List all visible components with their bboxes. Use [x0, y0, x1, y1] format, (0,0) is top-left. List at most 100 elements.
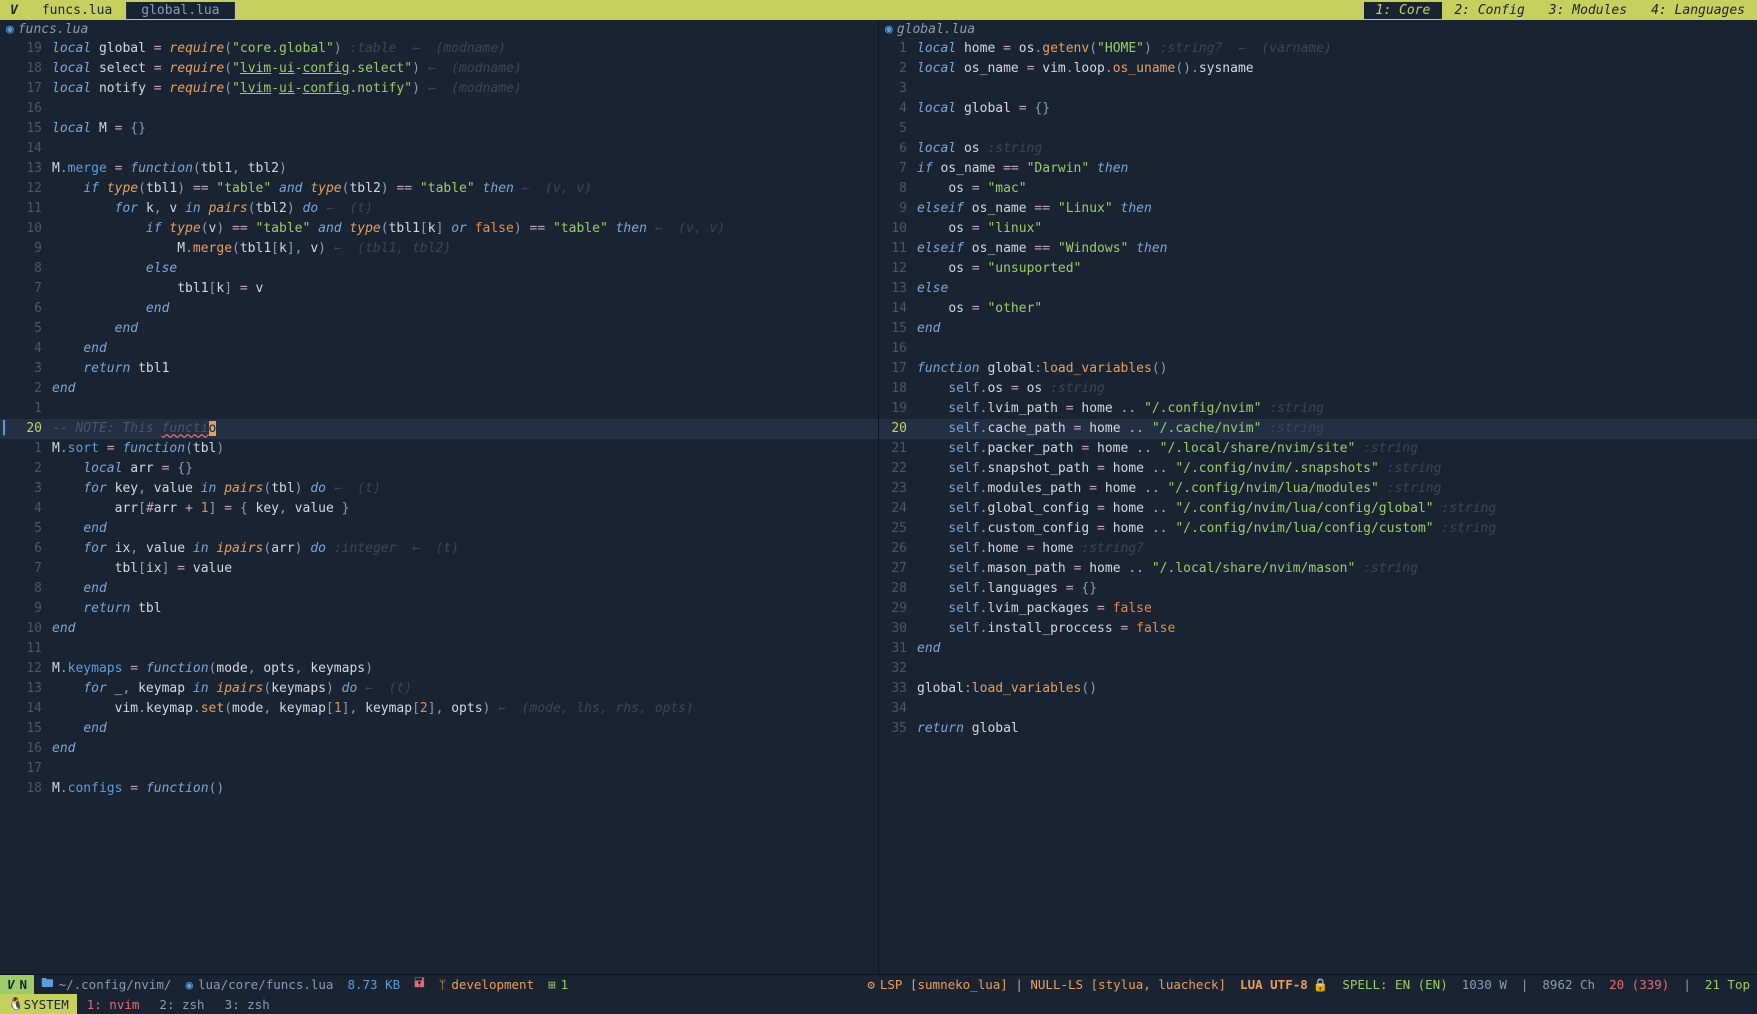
- code-text[interactable]: end: [52, 379, 878, 399]
- code-line[interactable]: 9 return tbl: [0, 599, 878, 619]
- code-line[interactable]: 22 self.snapshot_path = home .. "/.confi…: [879, 459, 1757, 479]
- code-text[interactable]: os = "unsuported": [917, 259, 1757, 279]
- code-text[interactable]: self.cache_path = home .. "/.cache/nvim"…: [917, 419, 1757, 439]
- code-line[interactable]: 29 self.lvim_packages = false: [879, 599, 1757, 619]
- code-text[interactable]: end: [52, 579, 878, 599]
- code-line[interactable]: 14 os = "other": [879, 299, 1757, 319]
- code-area-left[interactable]: 19local global = require("core.global") …: [0, 39, 878, 974]
- code-text[interactable]: local global = require("core.global") :t…: [52, 39, 878, 59]
- code-text[interactable]: end: [52, 299, 878, 319]
- code-text[interactable]: M.merge = function(tbl1, tbl2): [52, 159, 878, 179]
- code-line[interactable]: 6local os :string: [879, 139, 1757, 159]
- code-text[interactable]: [52, 759, 878, 779]
- code-line[interactable]: 11 for k, v in pairs(tbl2) do ← (t): [0, 199, 878, 219]
- code-line[interactable]: 1: [0, 399, 878, 419]
- code-line[interactable]: 14 vim.keymap.set(mode, keymap[1], keyma…: [0, 699, 878, 719]
- code-text[interactable]: [917, 659, 1757, 679]
- code-text[interactable]: self.snapshot_path = home .. "/.config/n…: [917, 459, 1757, 479]
- code-text[interactable]: [917, 119, 1757, 139]
- code-text[interactable]: self.install_proccess = false: [917, 619, 1757, 639]
- editor-pane-right[interactable]: ◉global.lua 1local home = os.getenv("HOM…: [879, 20, 1757, 974]
- code-line[interactable]: 3 return tbl1: [0, 359, 878, 379]
- code-line[interactable]: 18M.configs = function(): [0, 779, 878, 799]
- code-line[interactable]: 14: [0, 139, 878, 159]
- code-line[interactable]: 4 arr[#arr + 1] = { key, value }: [0, 499, 878, 519]
- code-line[interactable]: 19local global = require("core.global") …: [0, 39, 878, 59]
- code-line[interactable]: 2 local arr = {}: [0, 459, 878, 479]
- code-line[interactable]: 12 os = "unsuported": [879, 259, 1757, 279]
- code-line[interactable]: 2local os_name = vim.loop.os_uname().sys…: [879, 59, 1757, 79]
- code-text[interactable]: local arr = {}: [52, 459, 878, 479]
- code-line[interactable]: 25 self.custom_config = home .. "/.confi…: [879, 519, 1757, 539]
- code-text[interactable]: else: [917, 279, 1757, 299]
- code-text[interactable]: for _, keymap in ipairs(keymaps) do ← (t…: [52, 679, 878, 699]
- code-line[interactable]: 35return global: [879, 719, 1757, 739]
- code-line[interactable]: 1M.sort = function(tbl): [0, 439, 878, 459]
- code-text[interactable]: return tbl1: [52, 359, 878, 379]
- code-line[interactable]: 17local notify = require("lvim-ui-config…: [0, 79, 878, 99]
- code-area-right[interactable]: 1local home = os.getenv("HOME") :string?…: [879, 39, 1757, 974]
- code-line[interactable]: 17: [0, 759, 878, 779]
- code-line[interactable]: 33global:load_variables(): [879, 679, 1757, 699]
- code-line[interactable]: 16end: [0, 739, 878, 759]
- code-text[interactable]: if type(tbl1) == "table" and type(tbl2) …: [52, 179, 878, 199]
- code-line[interactable]: 11elseif os_name == "Windows" then: [879, 239, 1757, 259]
- code-text[interactable]: local notify = require("lvim-ui-config.n…: [52, 79, 878, 99]
- tmux-session[interactable]: 🐧 SYSTEM: [0, 994, 77, 1014]
- code-line[interactable]: 17function global:load_variables(): [879, 359, 1757, 379]
- code-text[interactable]: -- NOTE: This functio: [52, 419, 878, 439]
- code-text[interactable]: end: [52, 339, 878, 359]
- code-line[interactable]: 11: [0, 639, 878, 659]
- code-text[interactable]: M.configs = function(): [52, 779, 878, 799]
- tmux-window[interactable]: 2: zsh: [149, 997, 214, 1012]
- code-text[interactable]: elseif os_name == "Linux" then: [917, 199, 1757, 219]
- code-line[interactable]: 15 end: [0, 719, 878, 739]
- tmux-window[interactable]: 3: zsh: [215, 997, 280, 1012]
- code-line[interactable]: 2end: [0, 379, 878, 399]
- code-text[interactable]: local M = {}: [52, 119, 878, 139]
- code-line[interactable]: 12 if type(tbl1) == "table" and type(tbl…: [0, 179, 878, 199]
- code-line[interactable]: 31end: [879, 639, 1757, 659]
- code-text[interactable]: end: [52, 519, 878, 539]
- editor-pane-left[interactable]: ◉funcs.lua 19local global = require("cor…: [0, 20, 879, 974]
- code-text[interactable]: function global:load_variables(): [917, 359, 1757, 379]
- workspace-tab[interactable]: 3: Modules: [1537, 2, 1639, 19]
- code-line[interactable]: 15local M = {}: [0, 119, 878, 139]
- code-line[interactable]: 9 M.merge(tbl1[k], v) ← (tbl1, tbl2): [0, 239, 878, 259]
- code-text[interactable]: for ix, value in ipairs(arr) do :integer…: [52, 539, 878, 559]
- code-text[interactable]: self.lvim_path = home .. "/.config/nvim"…: [917, 399, 1757, 419]
- code-text[interactable]: local home = os.getenv("HOME") :string? …: [917, 39, 1757, 59]
- code-line[interactable]: 12M.keymaps = function(mode, opts, keyma…: [0, 659, 878, 679]
- tmux-window[interactable]: 1: nvim: [77, 997, 150, 1012]
- code-text[interactable]: elseif os_name == "Windows" then: [917, 239, 1757, 259]
- code-text[interactable]: vim.keymap.set(mode, keymap[1], keymap[2…: [52, 699, 878, 719]
- code-line[interactable]: 5 end: [0, 519, 878, 539]
- code-text[interactable]: os = "mac": [917, 179, 1757, 199]
- code-text[interactable]: if type(v) == "table" and type(tbl1[k] o…: [52, 219, 878, 239]
- workspace-tab[interactable]: 4: Languages: [1639, 2, 1757, 19]
- code-text[interactable]: end: [52, 719, 878, 739]
- code-line[interactable]: 4local global = {}: [879, 99, 1757, 119]
- code-text[interactable]: return global: [917, 719, 1757, 739]
- code-text[interactable]: M.sort = function(tbl): [52, 439, 878, 459]
- code-line[interactable]: 18 self.os = os :string: [879, 379, 1757, 399]
- code-text[interactable]: for key, value in pairs(tbl) do ← (t): [52, 479, 878, 499]
- code-text[interactable]: end: [52, 739, 878, 759]
- code-text[interactable]: os = "linux": [917, 219, 1757, 239]
- code-text[interactable]: local global = {}: [917, 99, 1757, 119]
- code-line[interactable]: 23 self.modules_path = home .. "/.config…: [879, 479, 1757, 499]
- code-text[interactable]: self.global_config = home .. "/.config/n…: [917, 499, 1757, 519]
- code-text[interactable]: self.modules_path = home .. "/.config/nv…: [917, 479, 1757, 499]
- code-text[interactable]: end: [917, 639, 1757, 659]
- code-line[interactable]: 20 self.cache_path = home .. "/.cache/nv…: [879, 419, 1757, 439]
- code-line[interactable]: 9elseif os_name == "Linux" then: [879, 199, 1757, 219]
- code-line[interactable]: 27 self.mason_path = home .. "/.local/sh…: [879, 559, 1757, 579]
- code-line[interactable]: 8 os = "mac": [879, 179, 1757, 199]
- code-line[interactable]: 6 for ix, value in ipairs(arr) do :integ…: [0, 539, 878, 559]
- code-text[interactable]: [52, 399, 878, 419]
- code-line[interactable]: 18local select = require("lvim-ui-config…: [0, 59, 878, 79]
- code-line[interactable]: 4 end: [0, 339, 878, 359]
- code-text[interactable]: arr[#arr + 1] = { key, value }: [52, 499, 878, 519]
- code-text[interactable]: global:load_variables(): [917, 679, 1757, 699]
- code-text[interactable]: self.custom_config = home .. "/.config/n…: [917, 519, 1757, 539]
